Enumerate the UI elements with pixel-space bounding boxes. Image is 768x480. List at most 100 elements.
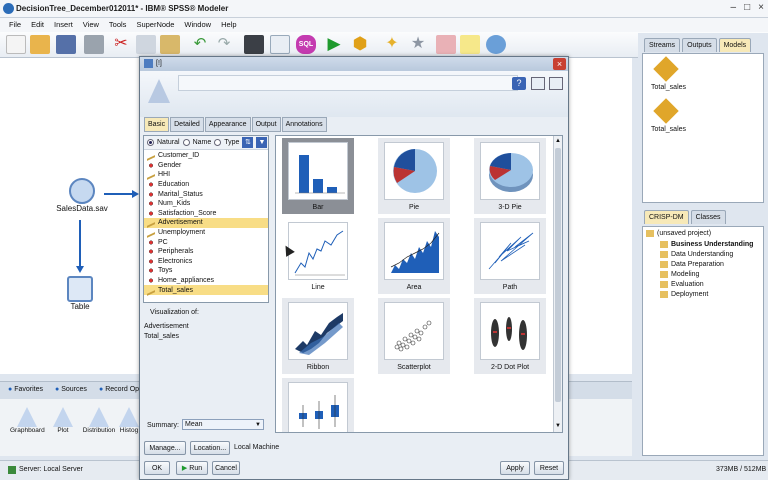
field-sort-icon[interactable]: ⇅ (242, 137, 254, 148)
chart-type-boxplot[interactable] (282, 378, 354, 432)
supernode-icon[interactable]: ✦ (382, 35, 402, 54)
paste-icon[interactable] (160, 35, 180, 54)
maximize-dialog-icon[interactable] (549, 77, 563, 90)
run-stream-icon[interactable]: ▶ (324, 35, 344, 54)
tree-item[interactable]: Data Preparation (660, 259, 760, 269)
cancel-button[interactable]: Cancel (212, 461, 240, 475)
tab-models[interactable]: Models (718, 38, 752, 52)
dialog-close-icon[interactable]: × (553, 58, 566, 70)
tab-streams[interactable]: Streams (644, 38, 681, 52)
chart-type-2d-dot-plot[interactable]: 2-D Dot Plot (474, 298, 546, 374)
chart-type-bar[interactable]: Bar (282, 138, 354, 214)
menu-help[interactable]: Help (216, 18, 241, 32)
menu-window[interactable]: Window (179, 18, 216, 32)
menu-edit[interactable]: Edit (26, 18, 49, 32)
new-stream-icon[interactable] (6, 35, 26, 54)
tree-item[interactable]: Modeling (660, 269, 760, 279)
minimize-icon[interactable]: – (731, 2, 737, 13)
chart-type-pie[interactable]: Pie (378, 138, 450, 214)
field-item[interactable]: Toys (144, 266, 268, 276)
tab-output[interactable]: Output (251, 117, 281, 132)
run-button[interactable]: ▶ Run (176, 461, 208, 475)
field-item[interactable]: Gender (144, 161, 268, 171)
minimize-dialog-icon[interactable] (531, 77, 545, 90)
field-item[interactable]: HHI (144, 169, 268, 181)
palette-node-graphboard[interactable]: Graphboard (10, 407, 45, 434)
node-name-field[interactable] (178, 75, 518, 91)
tree-item[interactable]: Deployment (660, 289, 760, 299)
model-item[interactable]: Total_sales (651, 56, 711, 91)
field-item[interactable]: Home_appliances (144, 276, 268, 286)
find-binoculars-icon[interactable] (244, 35, 264, 54)
globe-icon[interactable] (486, 35, 506, 54)
field-item[interactable]: Peripherals (144, 247, 268, 257)
save-icon[interactable] (56, 35, 76, 54)
mark-icon[interactable] (436, 35, 456, 54)
sort-type-radio[interactable] (214, 139, 222, 146)
palette-node-plot[interactable]: Plot (50, 407, 76, 434)
tab-detailed[interactable]: Detailed (170, 117, 204, 132)
gallery-scrollbar[interactable]: ▲ ▼ (553, 136, 562, 432)
field-item[interactable]: Customer_ID (144, 150, 268, 162)
field-item-selected[interactable]: Total_sales (144, 284, 268, 296)
tab-outputs[interactable]: Outputs (682, 38, 717, 52)
sort-natural-radio[interactable] (147, 139, 154, 146)
server-status[interactable]: Server: Local Server (19, 466, 83, 473)
undo-icon[interactable]: ↶ (190, 35, 210, 54)
chart-type-ribbon[interactable]: Ribbon (282, 298, 354, 374)
location-button[interactable]: Location... (190, 441, 230, 455)
field-filter-icon[interactable]: ▼ (256, 137, 268, 148)
edit-stream-icon[interactable] (270, 35, 290, 54)
restore-icon[interactable]: □ (744, 2, 750, 13)
menu-supernode[interactable]: SuperNode (131, 18, 179, 32)
print-icon[interactable] (84, 35, 104, 54)
field-item[interactable]: Marital_Status (144, 189, 268, 199)
palette-tab-sources[interactable]: ● Sources (55, 386, 87, 393)
chart-type-area[interactable]: Area (378, 218, 450, 294)
star-icon[interactable]: ★ (408, 35, 428, 54)
close-icon[interactable]: × (758, 2, 764, 13)
field-item[interactable]: Education (144, 180, 268, 190)
dialog-titlebar[interactable]: [!] × (140, 57, 568, 71)
menu-insert[interactable]: Insert (49, 18, 78, 32)
tree-item[interactable]: Evaluation (660, 279, 760, 289)
tree-item[interactable]: Data Understanding (660, 249, 760, 259)
cut-icon[interactable]: ✂ (111, 35, 131, 54)
menu-tools[interactable]: Tools (104, 18, 132, 32)
field-item[interactable]: Num_Kids (144, 199, 268, 209)
tab-appearance[interactable]: Appearance (204, 117, 251, 132)
chart-type-line[interactable]: Line (282, 218, 354, 294)
scroll-thumb[interactable] (555, 148, 561, 402)
tab-classes[interactable]: Classes (690, 210, 726, 224)
scroll-down-icon[interactable]: ▼ (555, 423, 561, 429)
open-folder-icon[interactable] (30, 35, 50, 54)
palette-tab-favorites[interactable]: ● Favorites (8, 386, 43, 393)
menu-view[interactable]: View (78, 18, 104, 32)
sort-name-radio[interactable] (182, 139, 190, 146)
menu-file[interactable]: File (4, 18, 26, 32)
palette-node-histogram[interactable]: Histog (118, 407, 140, 434)
model-item[interactable]: Total_sales (651, 98, 711, 133)
run-selection-icon[interactable]: ⬢ (350, 35, 370, 54)
tab-annotations[interactable]: Annotations (281, 117, 327, 132)
scroll-up-icon[interactable]: ▲ (555, 138, 561, 144)
comment-icon[interactable] (460, 35, 480, 54)
reset-button[interactable]: Reset (534, 461, 564, 475)
chart-type-scatterplot[interactable]: Scatterplot (378, 298, 450, 374)
tree-root[interactable]: (unsaved project) (646, 230, 760, 237)
chart-type-path[interactable]: Path (474, 218, 546, 294)
field-item[interactable]: Unemployment (144, 227, 268, 238)
apply-button[interactable]: Apply (500, 461, 530, 475)
copy-icon[interactable] (136, 35, 156, 54)
palette-tab-record-ops[interactable]: ● Record Ops (99, 386, 143, 393)
summary-select[interactable]: Mean ▼ (182, 419, 264, 430)
field-item-selected[interactable]: Advertisement (144, 217, 268, 229)
tab-basic[interactable]: Basic (144, 117, 170, 132)
sql-icon[interactable]: SQL (296, 35, 316, 54)
field-item[interactable]: Satisfaction_Score (144, 209, 268, 219)
field-item[interactable]: Electronics (144, 257, 268, 267)
chart-type-3d-pie[interactable]: 3-D Pie (474, 138, 546, 214)
help-icon[interactable]: ? (512, 77, 526, 90)
ok-button[interactable]: OK (144, 461, 170, 475)
palette-node-distribution[interactable]: Distribution (82, 407, 116, 434)
